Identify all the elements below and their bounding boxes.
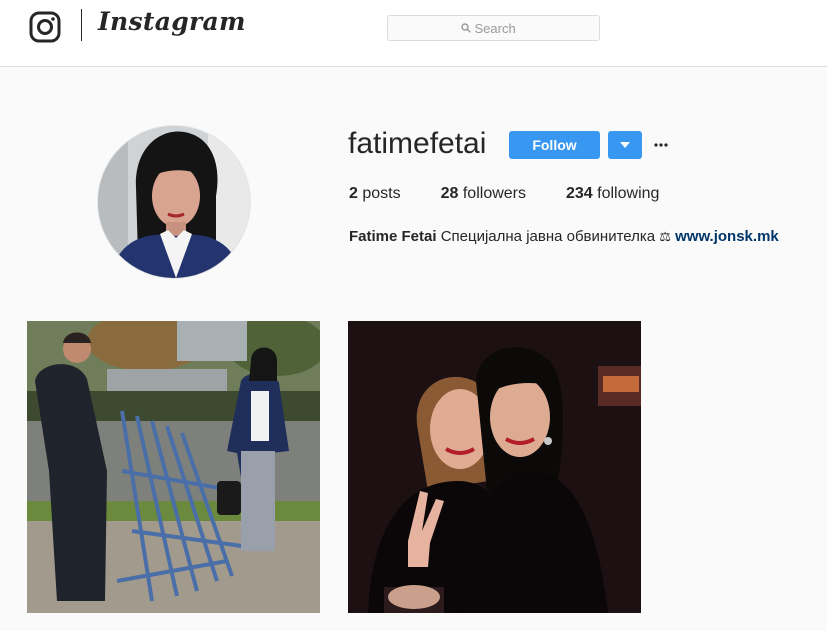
top-navigation-bar: Instagram xyxy=(0,0,827,67)
profile-avatar[interactable] xyxy=(97,125,251,279)
bio-text: Специјална јавна обвинителка xyxy=(440,228,656,245)
post-thumbnail-1[interactable] xyxy=(27,321,320,613)
scales-icon: ⚖ xyxy=(659,230,671,245)
profile-stats: 2 posts 28 followers 234 following xyxy=(349,185,699,203)
post-thumbnail-2[interactable] xyxy=(348,321,641,613)
profile-photo xyxy=(98,126,250,278)
search-box[interactable] xyxy=(387,15,600,41)
photo-night-selfie-image xyxy=(348,321,641,613)
photo-street-scene-image xyxy=(27,321,320,613)
following-stat[interactable]: 234 following xyxy=(566,185,659,203)
profile-bio: Fatime Fetai Специјална јавна обвинителк… xyxy=(349,228,779,245)
more-options-button[interactable] xyxy=(650,134,672,156)
followers-count: 28 xyxy=(440,185,459,202)
search-icon xyxy=(460,23,471,33)
posts-label: posts xyxy=(362,185,401,202)
followers-stat[interactable]: 28 followers xyxy=(441,185,526,203)
header-divider xyxy=(81,9,82,41)
follow-button[interactable]: Follow xyxy=(509,131,600,159)
profile-full-name: Fatime Fetai xyxy=(349,228,437,245)
instagram-camera-icon[interactable] xyxy=(29,11,61,43)
profile-username: fatimefetai xyxy=(348,127,487,160)
caret-down-icon xyxy=(620,142,630,148)
following-label: following xyxy=(597,185,660,202)
search-input[interactable] xyxy=(470,20,527,36)
bio-link[interactable]: www.jonsk.mk xyxy=(675,228,779,245)
posts-stat: 2 posts xyxy=(349,185,401,203)
instagram-wordmark[interactable]: Instagram xyxy=(98,7,246,36)
ellipsis-icon xyxy=(654,143,668,147)
followers-label: followers xyxy=(462,185,526,202)
suggestions-dropdown-button[interactable] xyxy=(608,131,642,159)
posts-count: 2 xyxy=(349,185,358,202)
following-count: 234 xyxy=(566,185,593,202)
